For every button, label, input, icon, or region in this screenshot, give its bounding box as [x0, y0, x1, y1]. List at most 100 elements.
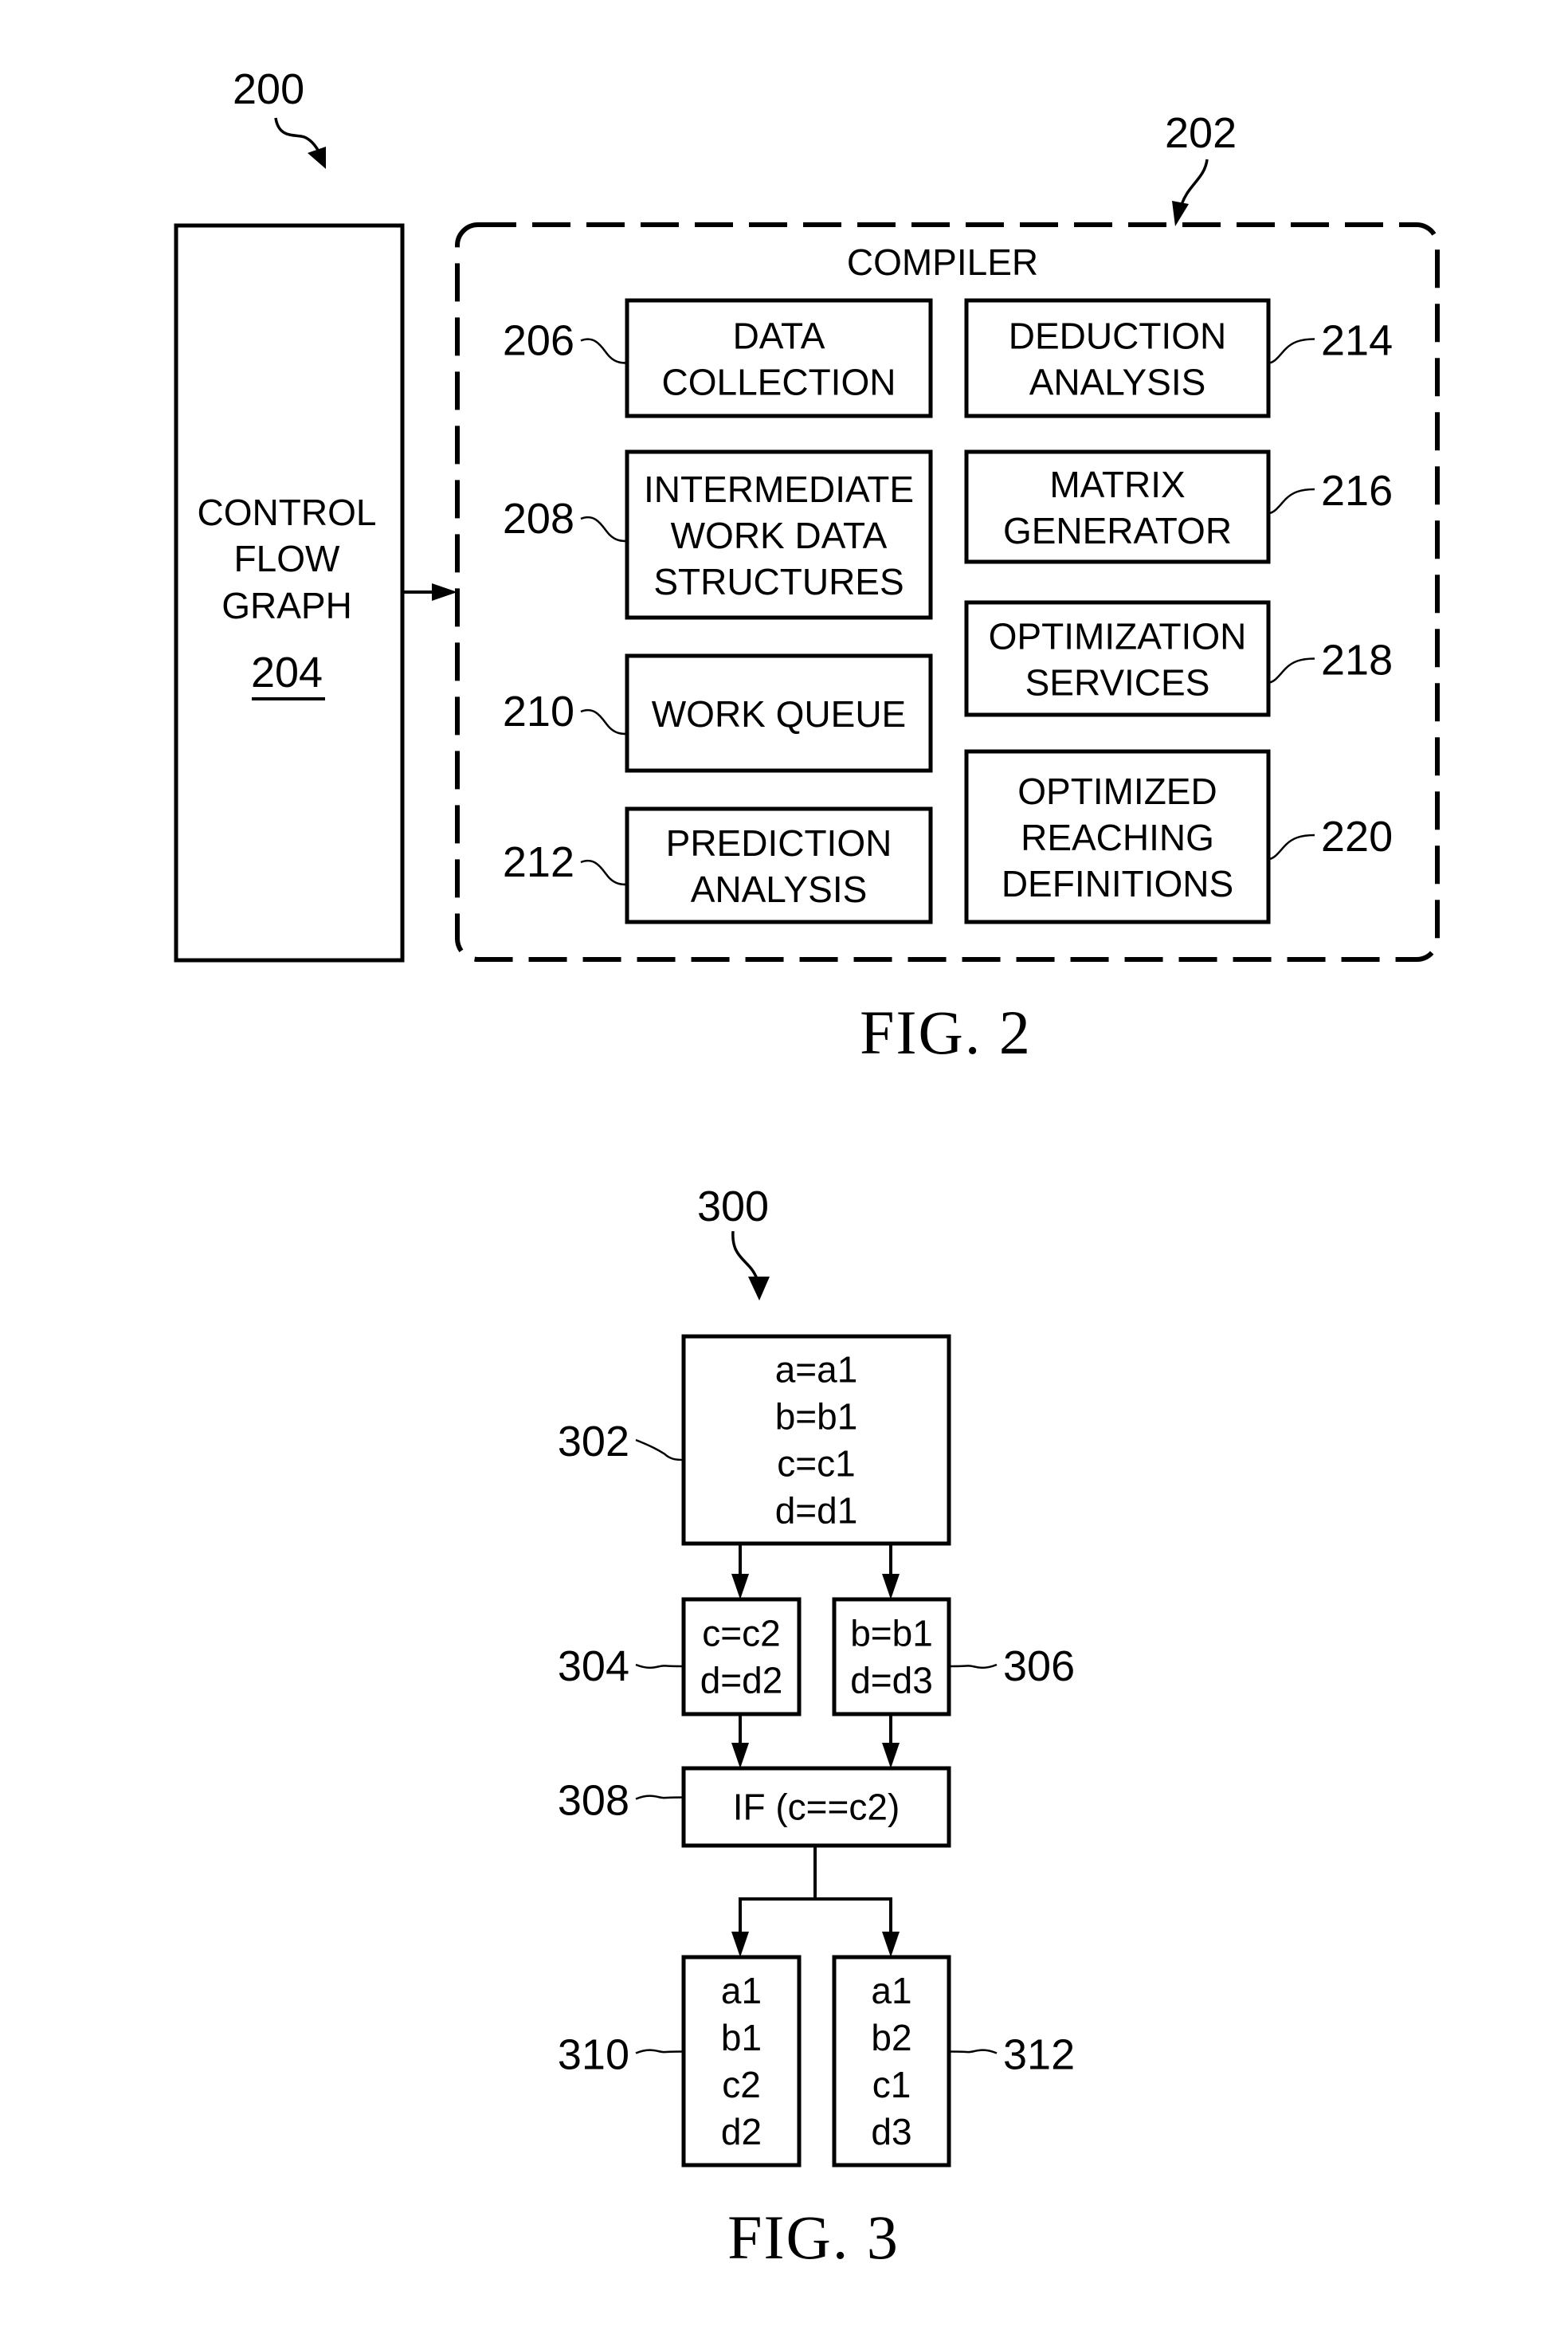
figure-2: 200 CONTROL FLOW GRAPH 204 COMPILER 202 … [174, 65, 1440, 1067]
optimized-reaching-definitions-label-line-3: DEFINITIONS [1002, 863, 1233, 904]
leader-line-220 [1268, 834, 1315, 861]
optimization-services-label-line-1: OPTIMIZATION [989, 616, 1247, 657]
arrow-head-icon [882, 1574, 900, 1599]
block-310-line-3: c2 [722, 2064, 761, 2105]
block-302: a=a1 b=b1 c=c1 d=d1 302 [558, 1334, 951, 1546]
figure-3-caption: FIG. 3 [727, 2203, 900, 2272]
block-304: c=c2 d=d2 304 [558, 1597, 802, 1716]
block-306-line-1: b=b1 [850, 1613, 933, 1654]
ref-arrow-200 [274, 117, 323, 156]
leader-line-310 [635, 2049, 684, 2054]
leader-line-218 [1268, 657, 1315, 684]
optimization-services-label-line-2: SERVICES [1025, 662, 1210, 704]
ref-label-210: 210 [503, 688, 574, 736]
block-310: a1 b1 c2 d2 310 [558, 1955, 802, 2168]
compiler-title: COMPILER [847, 241, 1038, 283]
block-302-line-3: c=c1 [777, 1443, 855, 1485]
control-flow-graph-box: CONTROL FLOW GRAPH 204 [174, 223, 405, 963]
data-collection-label-line-1: DATA [733, 316, 825, 357]
ref-label-312: 312 [1003, 2031, 1075, 2079]
arrow-head-icon [731, 1574, 749, 1599]
figure-3: 300 a=a1 b=b1 c=c1 d=d1 302 c=c2 d=d2 304 b=b1 d=… [558, 1183, 1075, 2272]
ref-label-220: 220 [1321, 813, 1393, 861]
prediction-analysis-box: PREDICTION ANALYSIS 212 [503, 806, 933, 924]
work-queue-box: WORK QUEUE 210 [503, 653, 933, 773]
work-queue-label-line-1: WORK QUEUE [652, 693, 906, 735]
block-302-line-2: b=b1 [775, 1396, 858, 1438]
data-collection-label-line-2: COLLECTION [662, 362, 896, 403]
arrow-head-icon [308, 147, 326, 169]
leader-line-302 [635, 1438, 684, 1461]
leader-line-304 [635, 1663, 684, 1669]
ref-label-206: 206 [503, 317, 574, 365]
cfg-label-line-2: FLOW [234, 538, 340, 579]
optimization-services-box: OPTIMIZATION SERVICES 218 [964, 600, 1393, 717]
arrow-head-icon [731, 1743, 749, 1768]
ref-label-202: 202 [1165, 109, 1237, 157]
leader-line-306 [948, 1663, 998, 1669]
optimized-reaching-definitions-box: OPTIMIZED REACHING DEFINITIONS 220 [964, 749, 1393, 924]
figure-2-caption: FIG. 2 [860, 998, 1032, 1067]
block-304-line-2: d=d2 [700, 1660, 783, 1701]
deduction-analysis-label-line-1: DEDUCTION [1009, 316, 1226, 357]
compiler-components: DATA COLLECTION 206 INTERMEDIATE WORK DATA ST… [503, 298, 1393, 924]
ref-label-310: 310 [558, 2031, 629, 2079]
arrow-head-icon [731, 1932, 749, 1957]
block-306: b=b1 d=d3 306 [832, 1597, 1075, 1716]
basic-blocks: a=a1 b=b1 c=c1 d=d1 302 c=c2 d=d2 304 b=b1 d=d3 30… [558, 1334, 1075, 2168]
ref-label-302: 302 [558, 1418, 629, 1465]
intermediate-work-data-structures-label-line-1: INTERMEDIATE [644, 469, 914, 510]
intermediate-work-data-structures-label-line-2: WORK DATA [671, 515, 888, 556]
ref-label-214: 214 [1321, 317, 1393, 365]
optimized-reaching-definitions-label-line-1: OPTIMIZED [1017, 771, 1217, 812]
leader-line-206 [580, 338, 628, 364]
block-312-line-2: b2 [871, 2017, 911, 2058]
compiler-container: COMPILER 202 [455, 109, 1440, 962]
deduction-analysis-box: DEDUCTION ANALYSIS 214 [964, 298, 1393, 418]
ref-arrow-202 [1179, 159, 1209, 208]
intermediate-work-data-structures-box: INTERMEDIATE WORK DATA STRUCTURES 208 [503, 449, 933, 620]
ref-label-208: 208 [503, 495, 574, 543]
ref-label-308: 308 [558, 1777, 629, 1825]
block-302-line-4: d=d1 [775, 1490, 858, 1532]
block-302-line-1: a=a1 [775, 1349, 858, 1391]
block-312: a1 b2 c1 d3 312 [832, 1955, 1075, 2168]
arrow-head-icon [882, 1743, 900, 1768]
arrow-head-icon [748, 1277, 770, 1300]
cfg-label-line-1: CONTROL [198, 492, 377, 533]
block-312-line-1: a1 [871, 1970, 911, 2011]
edge-308-branch [739, 1897, 892, 1936]
block-308-line-1: IF (c==c2) [733, 1787, 900, 1828]
block-312-line-3: c1 [872, 2064, 911, 2105]
matrix-generator-label-line-2: GENERATOR [1003, 510, 1232, 551]
leader-line-216 [1268, 488, 1315, 515]
leader-line-208 [580, 516, 628, 543]
leader-line-312 [948, 2049, 998, 2054]
prediction-analysis-label-line-1: PREDICTION [666, 822, 892, 864]
ref-label-200: 200 [233, 65, 304, 113]
block-310-line-1: a1 [721, 1970, 762, 2011]
block-308: IF (c==c2) 308 [558, 1766, 951, 1848]
ref-label-218: 218 [1321, 637, 1393, 685]
block-306-line-2: d=d3 [850, 1660, 933, 1701]
block-310-line-2: b1 [721, 2017, 762, 2058]
patent-drawing: 200 CONTROL FLOW GRAPH 204 COMPILER 202 … [174, 65, 1440, 2272]
arrow-head-icon [432, 583, 457, 601]
deduction-analysis-label-line-2: ANALYSIS [1029, 362, 1206, 403]
block-310-line-4: d2 [721, 2111, 762, 2152]
intermediate-work-data-structures-label-line-3: STRUCTURES [653, 561, 904, 602]
leader-line-214 [1268, 338, 1315, 364]
leader-line-308 [635, 1795, 684, 1800]
ref-label-216: 216 [1321, 467, 1393, 515]
cfg-label-line-3: GRAPH [221, 585, 352, 626]
prediction-analysis-label-line-2: ANALYSIS [691, 869, 868, 910]
cfg-ref-204: 204 [251, 649, 323, 696]
block-304-line-1: c=c2 [702, 1613, 780, 1654]
matrix-generator-box: MATRIX GENERATOR 216 [964, 449, 1393, 564]
leader-line-212 [580, 859, 628, 886]
optimized-reaching-definitions-label-line-2: REACHING [1021, 817, 1214, 858]
block-312-line-4: d3 [871, 2111, 911, 2152]
arrow-head-icon [882, 1932, 900, 1957]
ref-label-212: 212 [503, 838, 574, 886]
leader-line-210 [580, 708, 628, 736]
